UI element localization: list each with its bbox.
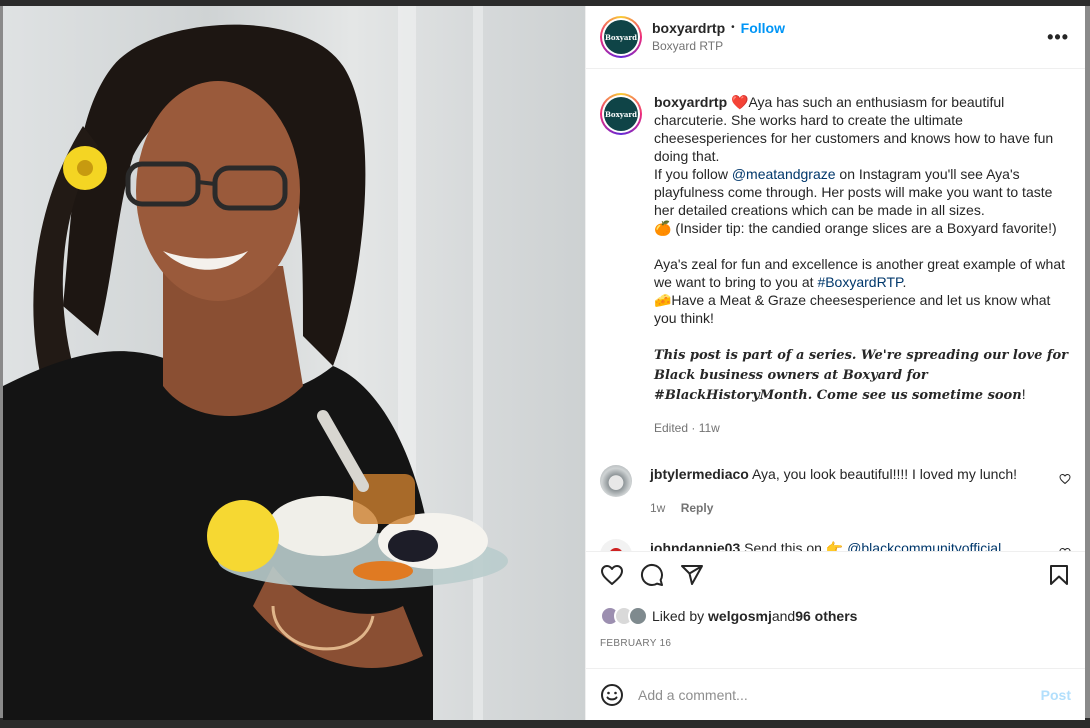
commenter-avatar[interactable] [600,465,632,498]
commenter-username[interactable]: johndannie03 [650,540,740,550]
hashtag-link[interactable]: #BoxyardRTP [817,274,902,290]
post-comment-button[interactable]: Post [1041,687,1071,703]
liker-username[interactable]: welgosmj [708,608,772,624]
post-side-panel: Boxyard boxyardrtp • Follow Boxyard RTP … [585,6,1085,720]
caption-paragraph-4-end: . [902,274,907,291]
follow-button[interactable]: Follow [741,19,785,37]
caption-paragraph-5: 🧀Have a Meat & Graze cheesesperience and… [654,292,1051,327]
caption-username[interactable]: boxyardrtp [654,94,727,110]
comments-area[interactable]: Boxyard boxyardrtp ❤️Aya has such an ent… [586,69,1085,551]
heart-icon[interactable] [600,563,624,587]
comment-text: Aya, you look beautiful!!!! I loved my l… [751,466,1018,483]
comment-input[interactable] [638,686,1041,703]
author-username[interactable]: boxyardrtp [652,19,725,37]
caption-series-note: This post is part of a series. We're spr… [654,348,1069,404]
commenter-username[interactable]: jbtylermediaco [650,466,749,482]
post-header: Boxyard boxyardrtp • Follow Boxyard RTP … [586,6,1085,70]
caption-paragraph-2: If you follow [654,166,732,183]
caption-paragraph-3: 🍊 (Insider tip: the candied orange slice… [654,220,1057,237]
comment-text: Send this on [744,540,826,551]
reply-button[interactable]: Reply [681,501,714,515]
liker-avatars[interactable] [600,605,652,626]
brand-logo: Boxyard [604,20,638,55]
food-orange [353,561,413,581]
author-location[interactable]: Boxyard RTP [652,37,785,55]
mention-link[interactable]: @meatandgraze [732,166,836,182]
comment-time[interactable]: 1w [650,501,665,515]
photo-illustration [3,24,508,720]
hair-flower [63,146,107,190]
food-grapes [388,530,438,562]
emoji-icon[interactable] [600,683,624,707]
separator-dot: • [731,22,735,34]
likes-and: and [771,607,796,624]
caption: Boxyard boxyardrtp ❤️Aya has such an ent… [586,69,1085,437]
post-actions: Liked by welgosmj and 96 others FEBRUARY… [586,550,1085,668]
comment-item: johndannie03 Send this on 👉 @blackcommun… [586,539,1085,551]
brand-logo: Boxyard [604,97,638,132]
caption-meta: Edited · 11w [654,421,720,436]
glasses-bridge [197,180,216,186]
author-avatar[interactable]: Boxyard [600,16,642,59]
caption-avatar[interactable]: Boxyard [600,93,642,136]
mention-link[interactable]: @blackcommunityofficial [847,540,1001,550]
comment-like-heart-icon[interactable] [1059,547,1071,551]
comment-item: jbtylermediaco Aya, you look beautiful!!… [586,465,1085,517]
commenter-avatar[interactable] [600,539,632,551]
comment-icon[interactable] [640,563,664,587]
food-flower [207,500,279,572]
likes-summary: Liked by welgosmj and 96 others [600,605,1071,626]
post-date[interactable]: FEBRUARY 16 [600,638,1071,649]
caption-text: boxyardrtp ❤️Aya has such an enthusiasm … [654,93,1071,437]
share-icon[interactable] [680,563,704,587]
likes-prefix: Liked by [652,607,705,624]
more-options-icon[interactable]: ••• [1043,23,1073,52]
heart-emoji: ❤️ [731,94,749,111]
post-photo[interactable] [3,6,585,720]
add-comment-bar: Post [586,668,1085,720]
post-modal: Boxyard boxyardrtp • Follow Boxyard RTP … [3,6,1085,720]
action-icons [600,562,1071,588]
bookmark-icon[interactable] [1047,563,1071,587]
comment-like-heart-icon[interactable] [1059,473,1071,485]
caption-series-end: ! [1021,386,1026,403]
likes-count-link[interactable]: 96 others [795,608,857,624]
pointing-emoji: 👉 [825,540,844,551]
